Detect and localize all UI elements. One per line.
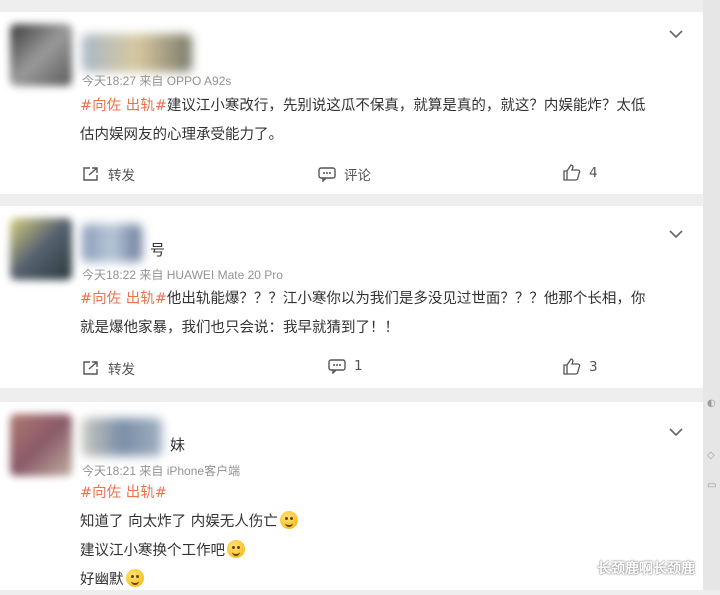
hashtag-link[interactable]: #向佐 出轨# — [80, 98, 167, 114]
comment-text: #向佐 出轨#建议江小寒改行，先别说这瓜不保真，就算是真的，就这？内娱能炸？太低… — [80, 98, 646, 143]
strip-icon: ◐ — [707, 398, 716, 409]
post-meta: 今天18:22 来自 HUAWEI Mate 20 Pro — [82, 268, 283, 282]
smile-emoji-icon — [279, 511, 298, 529]
strip-icon: ▭ — [707, 480, 717, 491]
avatar[interactable] — [10, 24, 72, 86]
chevron-down-icon[interactable] — [669, 224, 683, 243]
like-button[interactable]: 3 — [563, 358, 598, 375]
comment-text: #向佐 出轨#他出轨能爆？？？江小寒你以为我们是多没见过世面？？？他那个长相，你… — [80, 291, 646, 336]
comment-count: 1 — [354, 358, 363, 374]
post-meta: 今天18:27 来自 OPPO A92s — [82, 74, 232, 88]
comment-icon — [318, 167, 336, 182]
comment-label: 评论 — [344, 168, 371, 184]
smile-emoji-icon — [227, 540, 245, 558]
comment-card: 今天18:27 来自 OPPO A92s #向佐 出轨#建议江小寒改行，先别说这… — [0, 12, 703, 194]
like-count: 4 — [589, 164, 598, 181]
hashtag-link[interactable]: #向佐 出轨# — [80, 291, 167, 307]
repost-label: 转发 — [108, 168, 135, 184]
avatar[interactable] — [10, 218, 72, 280]
share-icon — [83, 167, 98, 181]
username-suffix: 号 — [150, 241, 166, 259]
username-blurred[interactable] — [82, 224, 142, 262]
avatar[interactable] — [10, 414, 72, 476]
like-count: 3 — [589, 358, 598, 375]
repost-button[interactable]: 转发 — [82, 358, 135, 378]
comment-text: #向佐 出轨# 知道了 向太炸了 内娱无人伤亡 建议江小寒换个工作吧 好幽默 — [80, 479, 687, 595]
repost-label: 转发 — [108, 362, 135, 378]
comment-button[interactable]: 1 — [328, 358, 363, 374]
username-blurred[interactable] — [82, 34, 192, 72]
thumbs-up-icon — [563, 358, 581, 375]
share-icon — [83, 361, 98, 375]
comment-button[interactable]: 评论 — [318, 164, 371, 184]
comment-card: 妹 今天18:21 来自 iPhone客户端 #向佐 出轨# 知道了 向太炸了 … — [0, 402, 703, 590]
like-button[interactable]: 4 — [563, 164, 598, 181]
watermark: 长颈鹿啊长颈鹿 — [597, 561, 695, 577]
post-meta: 今天18:21 来自 iPhone客户端 — [82, 464, 241, 478]
side-strip: ◐ ◇ ▭ — [703, 0, 720, 590]
hashtag-link[interactable]: #向佐 出轨# — [80, 485, 167, 501]
chevron-down-icon[interactable] — [669, 24, 683, 43]
username-suffix: 妹 — [170, 436, 186, 454]
strip-icon: ◇ — [707, 450, 715, 461]
thumbs-up-icon — [563, 164, 581, 181]
smile-emoji-icon — [125, 569, 144, 587]
username-blurred[interactable] — [82, 418, 162, 456]
chevron-down-icon[interactable] — [669, 422, 683, 441]
repost-button[interactable]: 转发 — [82, 164, 135, 184]
comment-icon — [328, 359, 346, 374]
comment-card: 号 今天18:22 来自 HUAWEI Mate 20 Pro #向佐 出轨#他… — [0, 206, 703, 388]
